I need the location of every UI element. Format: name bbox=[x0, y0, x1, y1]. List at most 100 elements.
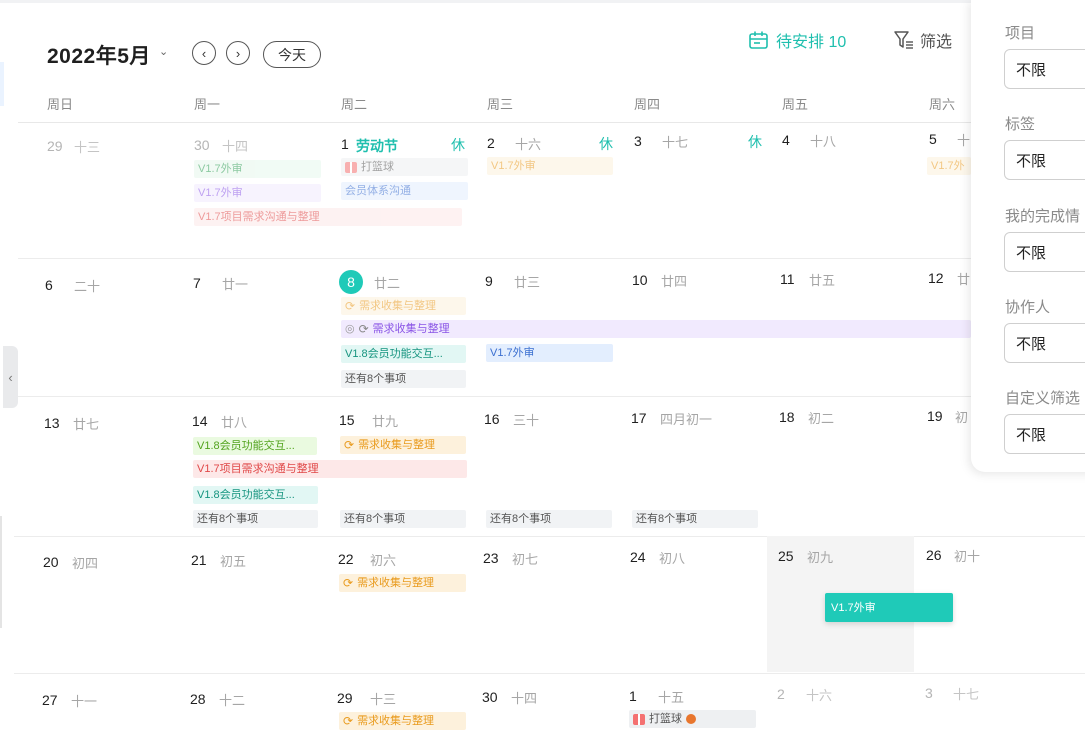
lunar-date: 十六 bbox=[515, 137, 542, 152]
day-number[interactable]: 30 bbox=[482, 689, 498, 705]
event-item[interactable]: 会员体系沟通 bbox=[341, 182, 468, 200]
day-number[interactable]: 22 bbox=[338, 551, 354, 567]
week-divider bbox=[14, 536, 1085, 537]
event-item[interactable]: V1.8会员功能交互... bbox=[193, 437, 317, 455]
event-item[interactable]: ⟳ 需求收集与整理 bbox=[339, 712, 466, 730]
more-events-link[interactable]: 还有8个事项 bbox=[193, 510, 318, 528]
more-events-link[interactable]: 还有8个事项 bbox=[340, 510, 466, 528]
day-number[interactable]: 12 bbox=[928, 270, 944, 286]
day-number[interactable]: 18 bbox=[779, 409, 795, 425]
lunar-date: 廿五 bbox=[809, 273, 836, 288]
dragging-event[interactable]: V1.7外审 bbox=[825, 593, 953, 622]
day-number[interactable]: 26 bbox=[926, 547, 942, 563]
filter-collaborator-select[interactable]: 不限 bbox=[1004, 323, 1085, 363]
day-number[interactable]: 10 bbox=[632, 272, 648, 288]
chevron-left-icon: ‹ bbox=[201, 45, 207, 61]
day-number[interactable]: 29 bbox=[47, 138, 63, 154]
day-number[interactable]: 6 bbox=[45, 277, 53, 293]
event-item[interactable]: V1.7外审 bbox=[194, 184, 321, 202]
more-events-link[interactable]: 还有8个事项 bbox=[341, 370, 466, 388]
day-number[interactable]: 5 bbox=[929, 131, 937, 147]
event-item[interactable]: V1.8会员功能交互... bbox=[341, 345, 466, 363]
month-title[interactable]: 2022年5月 bbox=[47, 40, 151, 70]
week-divider bbox=[14, 673, 1085, 674]
day-number[interactable]: 11 bbox=[780, 271, 795, 287]
event-item[interactable]: ⟳ 需求收集与整理 bbox=[340, 436, 466, 454]
filter-collaborator-label: 协作人 bbox=[1005, 299, 1051, 316]
filter-completion-select[interactable]: 不限 bbox=[1004, 232, 1085, 272]
day-number[interactable]: 7 bbox=[193, 275, 201, 291]
event-item[interactable]: V1.7外审 bbox=[487, 157, 613, 175]
event-item[interactable]: ◎ ⟳ 需求收集与整理 bbox=[341, 320, 971, 338]
pending-label: 待安排 10 bbox=[776, 34, 847, 51]
day-number[interactable]: 15 bbox=[339, 412, 355, 428]
day-number[interactable]: 21 bbox=[191, 552, 207, 568]
day-number[interactable]: 24 bbox=[630, 549, 646, 565]
lunar-date: 二十 bbox=[74, 279, 101, 294]
hidden-eye-icon: ◎ bbox=[345, 323, 355, 335]
day-number[interactable]: 19 bbox=[927, 408, 943, 424]
lunar-date: 初九 bbox=[807, 550, 834, 565]
day-number[interactable]: 23 bbox=[483, 550, 499, 566]
day-number[interactable]: 3 bbox=[634, 133, 642, 149]
filter-tag-label: 标签 bbox=[1005, 116, 1036, 133]
day-number[interactable]: 2 bbox=[777, 686, 785, 702]
filter-custom-select[interactable]: 不限 bbox=[1004, 414, 1085, 454]
lunar-date: 十五 bbox=[658, 690, 685, 705]
caret-down-icon[interactable]: ⌄ bbox=[159, 45, 168, 58]
day-number[interactable]: 25 bbox=[778, 548, 794, 564]
day-number[interactable]: 2 bbox=[487, 135, 495, 151]
day-number[interactable]: 1 bbox=[629, 688, 637, 704]
weekday-thu: 周四 bbox=[634, 97, 661, 112]
pending-button[interactable]: 待安排 10 bbox=[748, 28, 846, 52]
lunar-date: 廿九 bbox=[372, 414, 399, 429]
day-number[interactable]: 14 bbox=[192, 413, 208, 429]
day-number[interactable]: 13 bbox=[44, 415, 60, 431]
event-item[interactable]: ⟳ 需求收集与整理 bbox=[341, 297, 466, 315]
event-title: 需求收集与整理 bbox=[358, 439, 436, 451]
basketball-icon bbox=[686, 714, 696, 724]
day-number[interactable]: 17 bbox=[631, 410, 647, 426]
filter-tag-select[interactable]: 不限 bbox=[1004, 140, 1085, 180]
left-accent bbox=[0, 62, 4, 106]
lunar-date: 三十 bbox=[513, 413, 540, 428]
filter-label: 筛选 bbox=[920, 34, 953, 51]
sidebar-collapse-button[interactable]: ‹ bbox=[3, 346, 18, 408]
lunar-date: 初十 bbox=[954, 549, 981, 564]
more-events-link[interactable]: 还有8个事项 bbox=[632, 510, 758, 528]
day-number[interactable]: 28 bbox=[190, 691, 206, 707]
more-events-link[interactable]: 还有8个事项 bbox=[486, 510, 612, 528]
event-title: 需求收集与整理 bbox=[357, 577, 435, 589]
event-item[interactable]: 打篮球 bbox=[341, 158, 468, 176]
day-number[interactable]: 20 bbox=[43, 554, 59, 570]
day-number[interactable]: 1 bbox=[341, 136, 349, 152]
today-marker[interactable]: 8 bbox=[339, 270, 363, 294]
event-item[interactable]: V1.7外审 bbox=[194, 160, 321, 178]
day-number[interactable]: 29 bbox=[337, 690, 353, 706]
day-number[interactable]: 27 bbox=[42, 692, 58, 708]
event-item[interactable]: V1.7项目需求沟通与整理 bbox=[194, 208, 462, 226]
day-number[interactable]: 3 bbox=[925, 685, 933, 701]
day-number[interactable]: 4 bbox=[782, 132, 790, 148]
weekday-sat: 周六 bbox=[929, 97, 956, 112]
next-month-button[interactable]: › bbox=[226, 41, 250, 65]
event-item[interactable]: V1.8会员功能交互... bbox=[193, 486, 318, 504]
event-item[interactable]: ⟳ 需求收集与整理 bbox=[339, 574, 466, 592]
today-button[interactable]: 今天 bbox=[263, 41, 321, 68]
day-off-badge: 休 bbox=[599, 136, 613, 152]
lunar-date: 十八 bbox=[810, 134, 837, 149]
event-title: 打篮球 bbox=[649, 713, 682, 725]
day-number[interactable]: 16 bbox=[484, 411, 500, 427]
filter-button[interactable]: 筛选 bbox=[893, 28, 952, 52]
day-number[interactable]: 30 bbox=[194, 137, 210, 153]
filter-project-label: 项目 bbox=[1005, 25, 1036, 42]
prev-month-button[interactable]: ‹ bbox=[192, 41, 216, 65]
event-item[interactable]: V1.7外审 bbox=[486, 344, 613, 362]
week-divider bbox=[18, 258, 1085, 259]
event-item[interactable]: V1.7外 bbox=[927, 157, 971, 175]
event-item[interactable]: 打篮球 bbox=[629, 710, 756, 728]
event-item[interactable]: V1.7项目需求沟通与整理 bbox=[193, 460, 467, 478]
day-number[interactable]: 9 bbox=[485, 273, 493, 289]
filter-project-select[interactable]: 不限 bbox=[1004, 49, 1085, 89]
repeat-icon: ⟳ bbox=[345, 299, 356, 313]
